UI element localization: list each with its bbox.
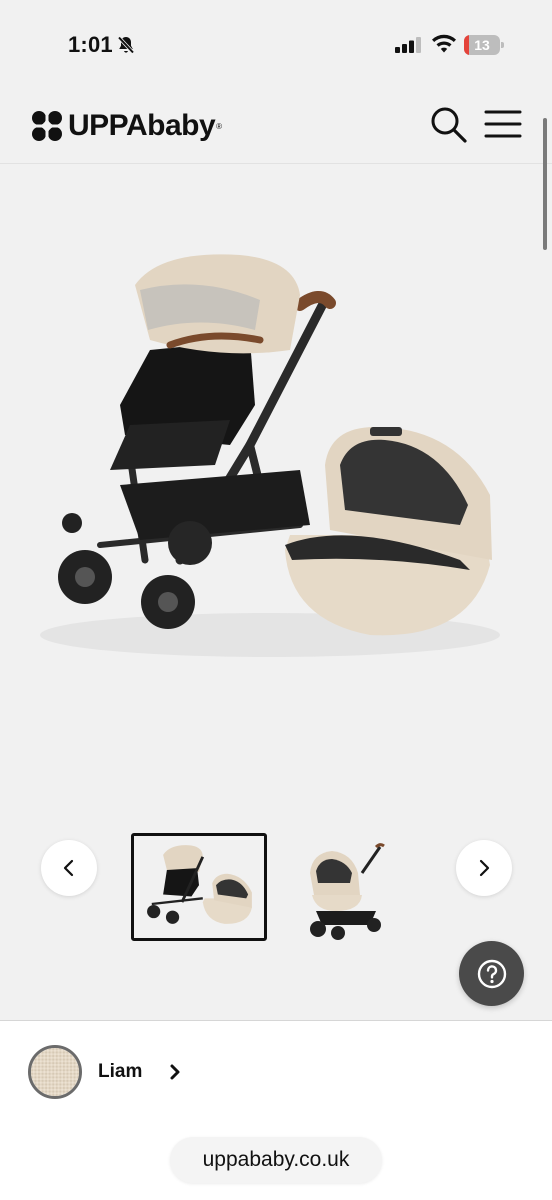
browser-url-bar[interactable]: uppababy.co.uk: [170, 1137, 382, 1183]
uppababy-logo[interactable]: UPPAbaby ®: [30, 106, 222, 146]
thumbnail-carousel: [0, 825, 552, 950]
color-selector-panel: Liam uppababy.co.uk: [0, 1020, 552, 1200]
thumbnail-1-selected[interactable]: [131, 833, 267, 941]
status-time: 1:01: [68, 32, 113, 57]
search-icon[interactable]: [428, 104, 468, 144]
logo-mark-icon: [30, 109, 64, 143]
question-mark-icon: [477, 959, 506, 988]
logo-text: UPPAbaby: [68, 109, 216, 142]
hamburger-menu-icon[interactable]: [484, 106, 522, 142]
battery-level: 13: [474, 37, 490, 53]
site-header: UPPAbaby ®: [0, 90, 552, 164]
chevron-left-icon: [63, 859, 74, 877]
status-bar: 1:01 13: [0, 0, 552, 90]
thumbnail-2[interactable]: [280, 833, 416, 941]
wifi-icon: [432, 34, 456, 53]
chevron-right-icon: [479, 859, 490, 877]
color-swatch[interactable]: [28, 1045, 82, 1099]
logo-trademark: ®: [216, 121, 223, 131]
help-button[interactable]: [459, 941, 524, 1006]
color-name[interactable]: Liam: [98, 1061, 142, 1083]
silent-bell-icon: [117, 36, 135, 54]
carousel-prev-button[interactable]: [41, 840, 97, 896]
cellular-signal-icon: [395, 37, 421, 53]
battery-indicator: 13: [464, 35, 504, 55]
browser-url-text: uppababy.co.uk: [202, 1148, 350, 1171]
carousel-next-button[interactable]: [456, 840, 512, 896]
chevron-right-icon[interactable]: [166, 1063, 184, 1081]
product-main-image[interactable]: [0, 165, 552, 785]
